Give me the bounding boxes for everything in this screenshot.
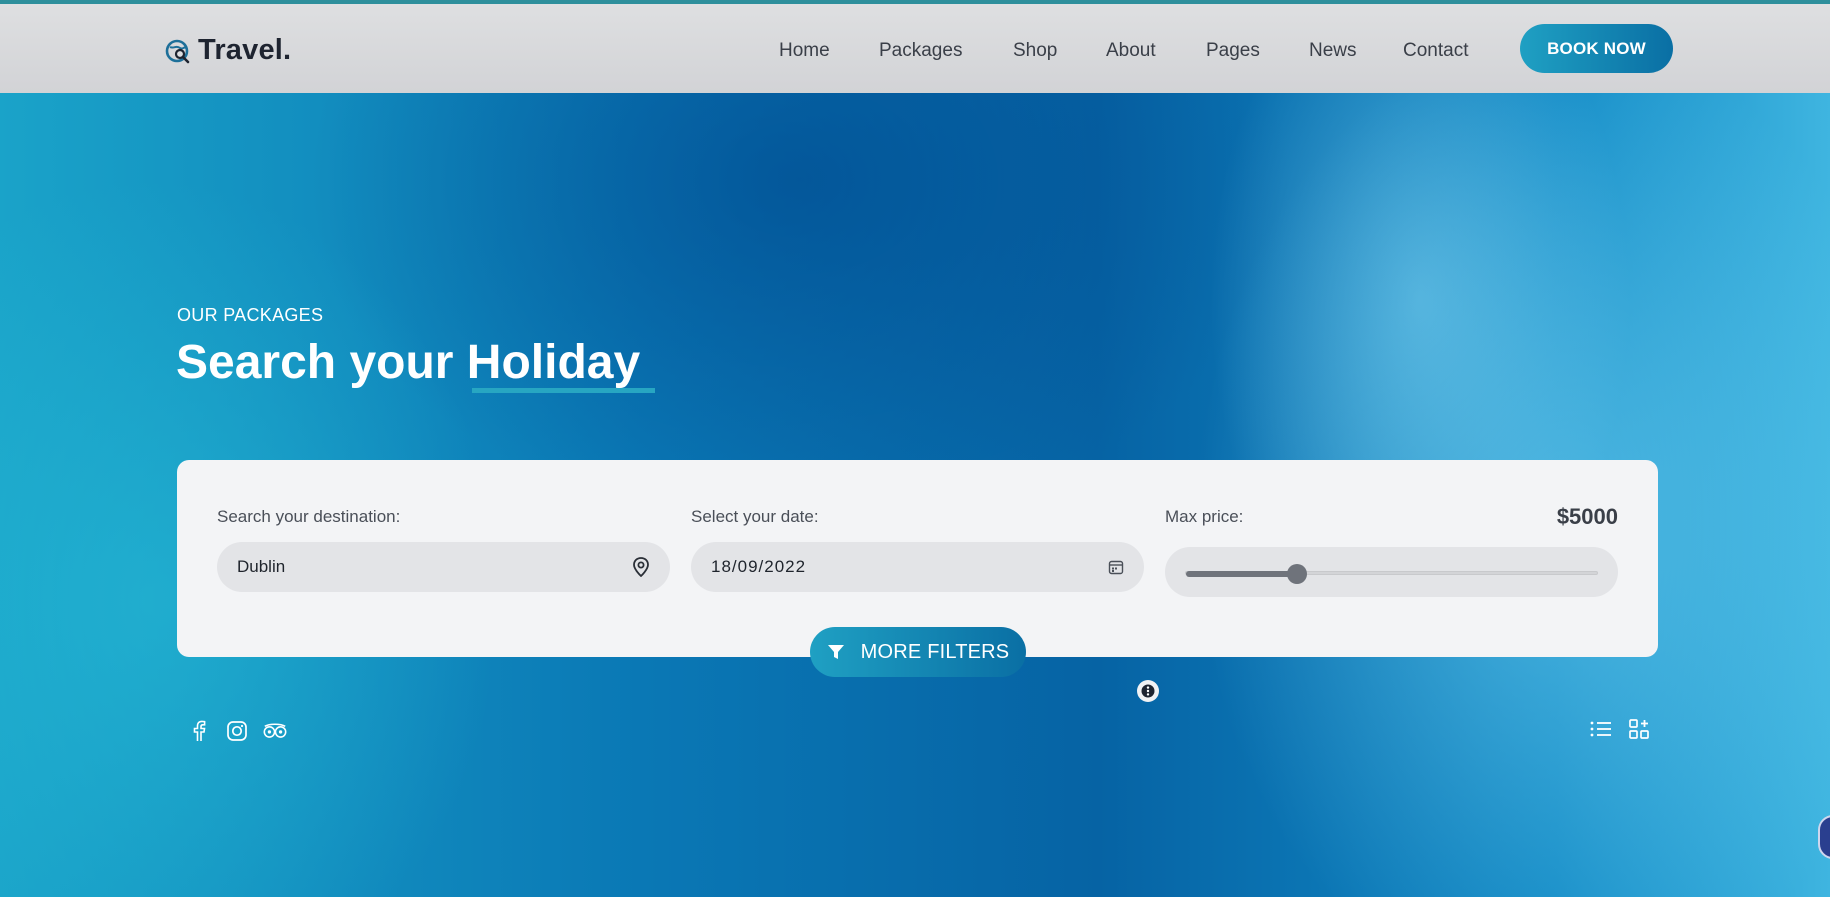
- nav-item-shop[interactable]: Shop: [1013, 40, 1057, 62]
- destination-field[interactable]: Dublin: [217, 542, 670, 592]
- nav-item-pages[interactable]: Pages: [1206, 40, 1260, 62]
- price-label: Max price:: [1165, 507, 1244, 526]
- filter-icon: [827, 645, 844, 659]
- globe-search-icon: [165, 39, 190, 63]
- instagram-icon[interactable]: [224, 718, 250, 744]
- logo[interactable]: Travel.: [164, 34, 291, 67]
- brand-name: Travel.: [198, 34, 292, 66]
- navbar: Travel. Home Packages Shop About Pages N…: [0, 4, 1830, 93]
- list-view-icon[interactable]: [1588, 716, 1614, 742]
- grid-view-icon[interactable]: [1626, 716, 1652, 742]
- nav-item-home[interactable]: Home: [779, 40, 830, 62]
- more-options-icon[interactable]: [1137, 680, 1159, 702]
- title-underline: [472, 388, 655, 393]
- tripadvisor-icon[interactable]: [262, 718, 288, 744]
- facebook-icon[interactable]: [186, 718, 212, 744]
- calendar-icon: [1108, 560, 1124, 575]
- nav-item-news[interactable]: News: [1309, 40, 1357, 62]
- slider-handle[interactable]: [1286, 564, 1307, 584]
- price-slider[interactable]: [1165, 547, 1618, 597]
- book-now-button[interactable]: BOOK NOW: [1520, 24, 1673, 73]
- more-filters-button[interactable]: MORE FILTERS: [810, 627, 1026, 677]
- map-pin-icon: [633, 557, 649, 577]
- destination-value: Dublin: [237, 557, 286, 576]
- view-toggles: [1588, 716, 1652, 742]
- destination-label: Search your destination:: [217, 507, 401, 526]
- social-links: [186, 718, 288, 744]
- section-eyebrow: OUR PACKAGES: [177, 305, 324, 325]
- slider-fill: [1186, 571, 1297, 577]
- date-label: Select your date:: [691, 507, 819, 526]
- date-field[interactable]: 18/09/2022: [691, 542, 1144, 592]
- slider-track: [1185, 564, 1598, 584]
- nav-item-contact[interactable]: Contact: [1403, 40, 1468, 62]
- page-title: Search your Holiday: [176, 335, 640, 390]
- chat-widget-button[interactable]: [1818, 815, 1830, 859]
- title-plain: Search your: [176, 336, 467, 389]
- title-highlight: Holiday: [466, 336, 641, 389]
- price-value: $5000: [1556, 504, 1618, 529]
- more-filters-label: MORE FILTERS: [860, 640, 1010, 663]
- hero-background: [0, 0, 1830, 897]
- date-value: 18/09/2022: [711, 557, 807, 576]
- nav-item-about[interactable]: About: [1106, 40, 1156, 62]
- nav-item-packages[interactable]: Packages: [879, 40, 962, 62]
